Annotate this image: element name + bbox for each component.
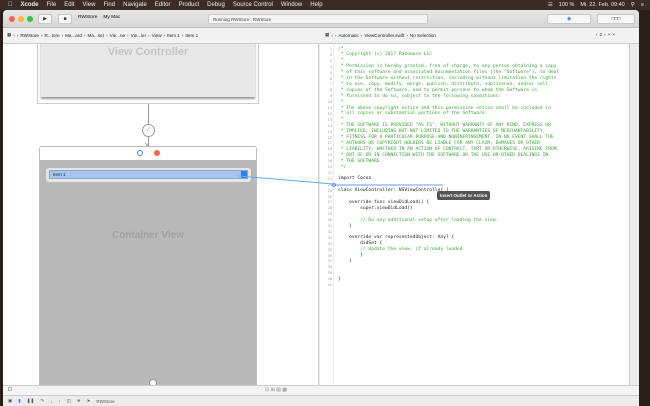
menu-editor[interactable]: Editor — [155, 2, 171, 8]
menu-file[interactable]: File — [47, 2, 57, 8]
menu-xcode[interactable]: Xcode — [21, 2, 39, 8]
menu-help[interactable]: Help — [310, 2, 322, 8]
battery-label[interactable]: 100 % — [559, 2, 575, 8]
wifi-icon[interactable]: ☰ — [548, 2, 553, 8]
layout-tools[interactable]: ⊡ ⊞ ▤ ▦ — [265, 387, 287, 393]
menu-view[interactable]: View — [83, 2, 96, 8]
breakpoints-icon[interactable]: ▮ — [18, 398, 20, 404]
step-out-icon[interactable]: ↑ — [58, 399, 60, 404]
clock[interactable]: Mi. 22. Feb. 09:40 — [580, 2, 624, 8]
step-over-icon[interactable]: ↷ — [40, 398, 44, 404]
spotlight-icon[interactable]: ⚲ — [631, 2, 635, 8]
apple-icon[interactable]:  — [8, 2, 13, 8]
connection-drag-overlay — [238, 175, 443, 187]
debug-bar: ▣ ▮ ❚❚ ↷ ↓ ↑ ◫ ⋇ ➤ RWStore — [3, 395, 639, 406]
hide-debug-icon[interactable]: ▣ — [8, 398, 12, 404]
step-in-icon[interactable]: ↓ — [50, 399, 52, 404]
view-debugger-icon[interactable]: ◫ — [67, 398, 71, 404]
menu-bar:  Xcode File Edit View Find Navigate Edi… — [0, 0, 650, 10]
menu-edit[interactable]: Edit — [64, 2, 74, 8]
memory-graph-icon[interactable]: ⋇ — [77, 398, 81, 404]
connection-line — [238, 175, 334, 185]
menu-navigate[interactable]: Navigate — [123, 2, 147, 8]
pause-icon[interactable]: ❚❚ — [27, 398, 35, 404]
menu-window[interactable]: Window — [281, 2, 302, 8]
canvas-bottom-bar: □ ⊡ ⊞ ▤ ▦ — [3, 385, 639, 395]
menu-source-control[interactable]: Source Control — [233, 2, 273, 8]
xcode-window: ▶ ■ RWStore My Mac Running RWStore : RWS… — [3, 10, 639, 406]
notification-icon[interactable]: ≡ — [641, 2, 644, 8]
target-label[interactable]: RWStore — [96, 399, 114, 404]
outline-toggle-icon[interactable]: □ — [8, 387, 12, 393]
insert-outlet-tooltip: Insert Outlet or Action — [437, 191, 491, 200]
menu-find[interactable]: Find — [103, 2, 115, 8]
menu-product[interactable]: Product — [178, 2, 199, 8]
location-icon[interactable]: ➤ — [87, 398, 91, 404]
menu-debug[interactable]: Debug — [207, 2, 225, 8]
